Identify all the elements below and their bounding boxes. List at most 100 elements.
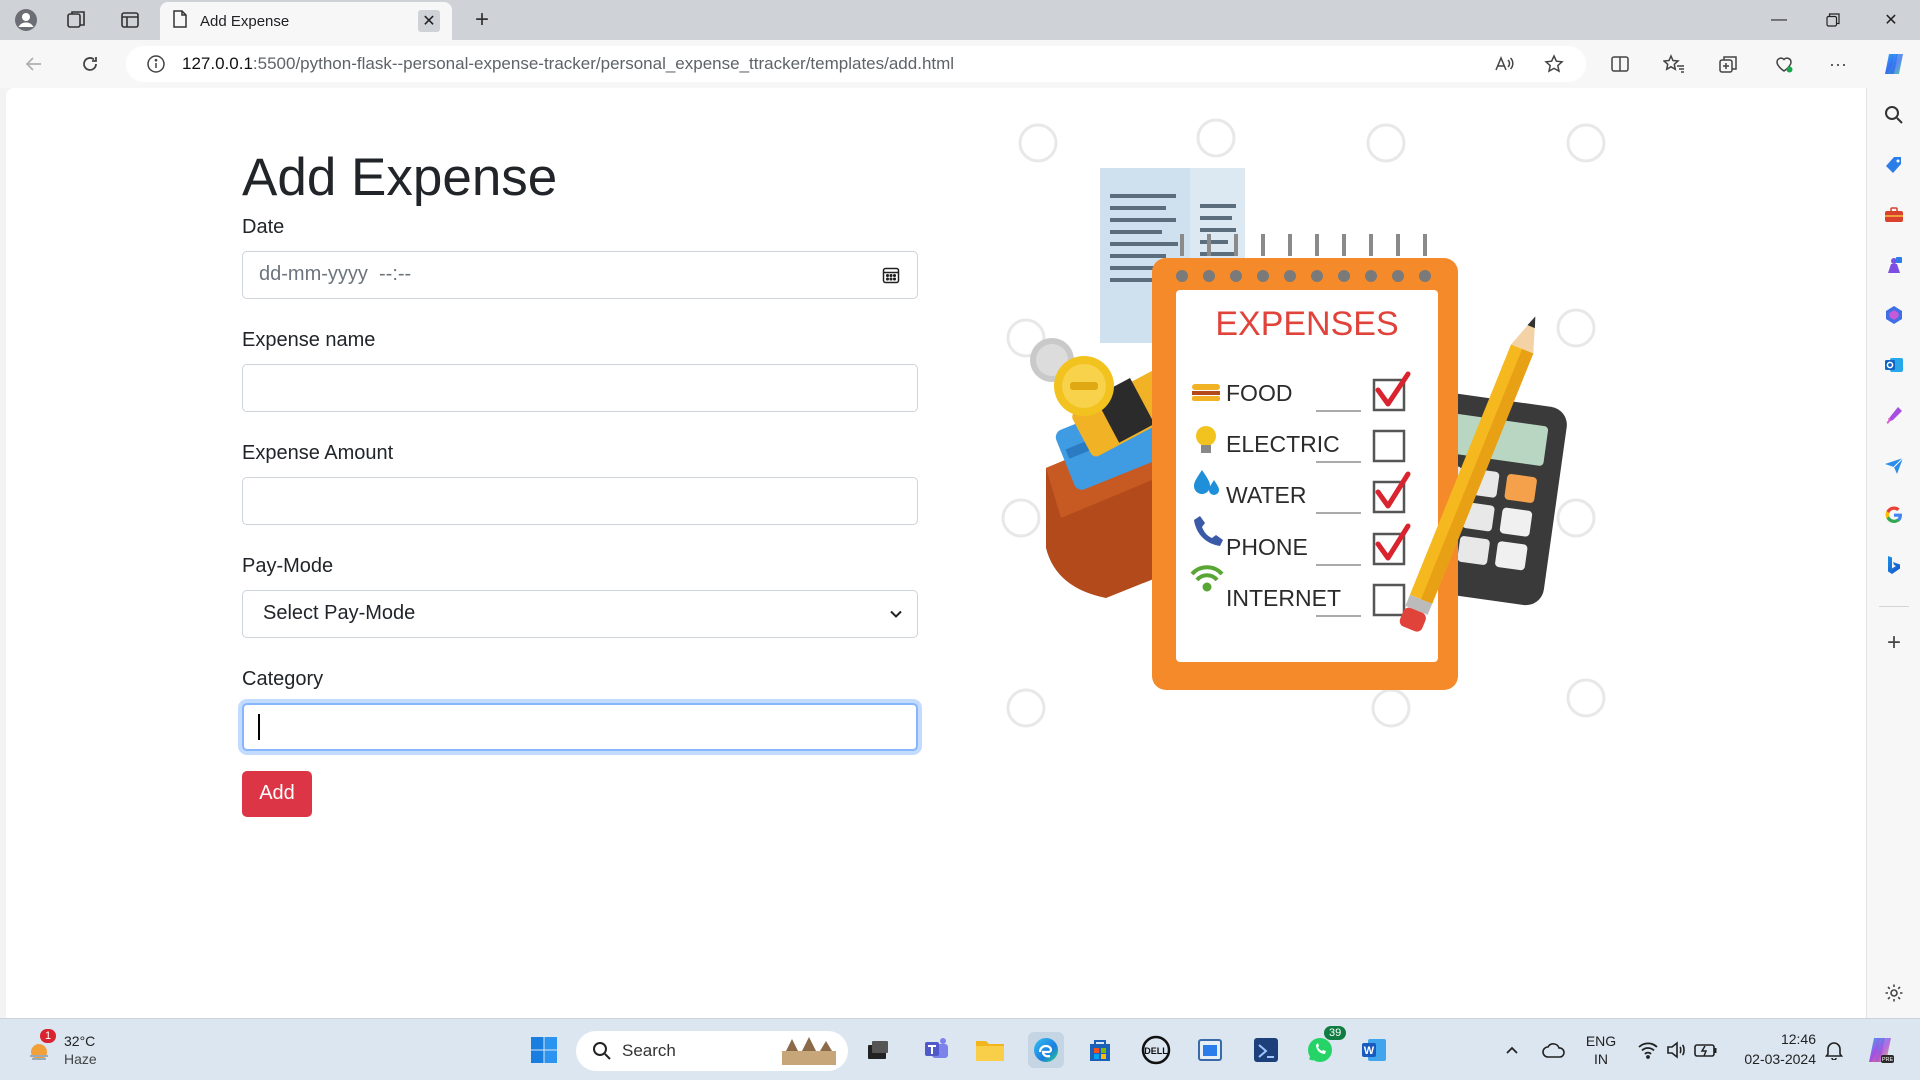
file-explorer-icon[interactable] bbox=[972, 1032, 1008, 1068]
battery-icon[interactable] bbox=[1688, 1032, 1724, 1068]
food-icon bbox=[1192, 384, 1220, 401]
chevron-up-icon[interactable] bbox=[1494, 1032, 1530, 1068]
tab-actions-icon[interactable] bbox=[114, 4, 146, 36]
date-placeholder: dd-mm-yyyy --:-- bbox=[259, 263, 412, 286]
tab-title: Add Expense bbox=[200, 12, 290, 30]
weather-alert-badge: 1 bbox=[40, 1029, 57, 1043]
page-title: Add Expense bbox=[242, 148, 558, 207]
browser-essentials-icon[interactable] bbox=[1768, 48, 1800, 80]
workspaces-icon[interactable] bbox=[60, 4, 92, 36]
weather-temp: 32°C bbox=[64, 1033, 96, 1049]
expense-name-input[interactable] bbox=[242, 363, 918, 412]
shopping-icon[interactable] bbox=[1879, 150, 1909, 180]
taskbar: 1 32°C Haze Search DELL 39 W ENG IN 12:4… bbox=[0, 1018, 1920, 1080]
sidebar-divider bbox=[1879, 606, 1909, 607]
favorite-star-icon[interactable] bbox=[1538, 48, 1570, 80]
paymode-select[interactable]: Select Pay-Mode bbox=[242, 589, 918, 638]
url-field[interactable]: 127.0.0.1:5500/python-flask--personal-ex… bbox=[126, 46, 1586, 82]
teams-icon[interactable] bbox=[918, 1032, 954, 1068]
new-tab-icon[interactable]: + bbox=[466, 4, 498, 36]
add-expense-form: Add Expense Date dd-mm-yyyy --:-- Expens… bbox=[242, 146, 918, 817]
onedrive-icon[interactable] bbox=[1536, 1032, 1572, 1068]
refresh-icon[interactable] bbox=[74, 48, 106, 80]
split-screen-icon[interactable] bbox=[1604, 48, 1636, 80]
bing-icon[interactable] bbox=[1879, 550, 1909, 580]
category-label: Category bbox=[242, 667, 324, 690]
restore-icon[interactable] bbox=[1806, 0, 1860, 40]
chevron-down-icon bbox=[889, 607, 903, 624]
add-sidebar-app-icon[interactable]: + bbox=[1879, 628, 1909, 658]
date-input[interactable]: dd-mm-yyyy --:-- bbox=[242, 250, 918, 299]
item-label-electric: ELECTRIC bbox=[1226, 431, 1340, 457]
expense-name-label: Expense name bbox=[242, 328, 376, 351]
taskbar-search[interactable]: Search bbox=[576, 1031, 848, 1071]
text-caret bbox=[258, 713, 260, 740]
weather-widget[interactable]: 1 32°C Haze bbox=[22, 1029, 112, 1073]
notebook-heading: EXPENSES bbox=[1215, 305, 1398, 343]
paymode-selected: Select Pay-Mode bbox=[263, 602, 416, 625]
designer-icon[interactable] bbox=[1879, 400, 1909, 430]
site-info-icon[interactable] bbox=[146, 54, 166, 74]
microsoft-365-icon[interactable] bbox=[1879, 300, 1909, 330]
edge-icon[interactable] bbox=[1028, 1032, 1064, 1068]
copilot-icon[interactable] bbox=[1878, 48, 1910, 80]
task-view-icon[interactable] bbox=[860, 1032, 896, 1068]
start-windows-icon[interactable] bbox=[526, 1032, 562, 1068]
expenses-illustration: EXPENSES FOOD ELECTRIC WATER PHONE INTER… bbox=[1001, 118, 1606, 728]
calendar-icon[interactable] bbox=[881, 265, 901, 285]
language-indicator[interactable]: ENG IN bbox=[1584, 1033, 1618, 1069]
add-button[interactable]: Add bbox=[242, 770, 312, 817]
item-label-water: WATER bbox=[1226, 482, 1307, 508]
search-placeholder: Search bbox=[622, 1041, 676, 1060]
page-viewport: Add Expense Date dd-mm-yyyy --:-- Expens… bbox=[6, 88, 1866, 1018]
profile-icon[interactable] bbox=[10, 4, 42, 36]
back-icon[interactable] bbox=[18, 48, 50, 80]
sidebar-settings-icon[interactable] bbox=[1879, 978, 1909, 1008]
clock[interactable]: 12:46 02-03-2024 bbox=[1730, 1031, 1820, 1071]
close-tab-icon[interactable]: ✕ bbox=[418, 10, 440, 32]
title-bar: Add Expense ✕ + — ✕ bbox=[0, 0, 1920, 40]
date-label: Date bbox=[242, 215, 285, 238]
collections-icon[interactable] bbox=[1712, 48, 1744, 80]
whatsapp-unread-badge: 39 bbox=[1324, 1026, 1347, 1040]
outlook-icon[interactable] bbox=[1879, 350, 1909, 380]
search-highlight-image bbox=[782, 1037, 836, 1070]
clock-time: 12:46 bbox=[1780, 1031, 1816, 1047]
tools-icon[interactable] bbox=[1879, 200, 1909, 230]
read-aloud-icon[interactable] bbox=[1488, 48, 1520, 80]
expense-amount-label: Expense Amount bbox=[242, 441, 394, 464]
word-icon[interactable]: W bbox=[1356, 1032, 1392, 1068]
copilot-taskbar-icon[interactable]: PRE bbox=[1862, 1032, 1898, 1068]
page-icon bbox=[172, 10, 188, 32]
google-icon[interactable] bbox=[1879, 500, 1909, 530]
category-input[interactable] bbox=[242, 702, 918, 751]
checkbox-internet bbox=[1372, 583, 1406, 617]
games-icon[interactable] bbox=[1879, 250, 1909, 280]
close-window-icon[interactable]: ✕ bbox=[1864, 0, 1918, 40]
language-line2: IN bbox=[1594, 1051, 1608, 1067]
svg-text:DELL: DELL bbox=[1144, 1046, 1168, 1056]
dell-icon[interactable]: DELL bbox=[1138, 1032, 1174, 1068]
notifications-bell-icon[interactable] bbox=[1816, 1032, 1852, 1068]
more-options-icon[interactable]: ··· bbox=[1822, 48, 1854, 80]
vscode-icon[interactable] bbox=[1248, 1032, 1284, 1068]
paymode-label: Pay-Mode bbox=[242, 554, 334, 577]
item-label-phone: PHONE bbox=[1226, 534, 1308, 560]
url-path: :5500/python-flask--personal-expense-tra… bbox=[252, 54, 955, 73]
tab-add-expense[interactable]: Add Expense ✕ bbox=[160, 2, 452, 40]
favorites-icon[interactable] bbox=[1658, 48, 1690, 80]
item-label-food: FOOD bbox=[1226, 380, 1292, 406]
microsoft-store-icon[interactable] bbox=[1082, 1032, 1118, 1068]
svg-text:W: W bbox=[1364, 1045, 1375, 1057]
search-icon[interactable] bbox=[1879, 100, 1909, 130]
weather-desc: Haze bbox=[64, 1051, 97, 1067]
drop-icon[interactable] bbox=[1879, 450, 1909, 480]
whatsapp-icon[interactable]: 39 bbox=[1302, 1026, 1347, 1068]
language-line1: ENG bbox=[1585, 1033, 1617, 1049]
address-bar: 127.0.0.1:5500/python-flask--personal-ex… bbox=[0, 40, 1920, 88]
item-label-internet: INTERNET bbox=[1226, 585, 1341, 611]
app-window-icon[interactable] bbox=[1192, 1032, 1228, 1068]
minimize-icon[interactable]: — bbox=[1752, 0, 1806, 40]
expense-amount-input[interactable] bbox=[242, 476, 918, 525]
checkbox-electric bbox=[1372, 429, 1406, 463]
